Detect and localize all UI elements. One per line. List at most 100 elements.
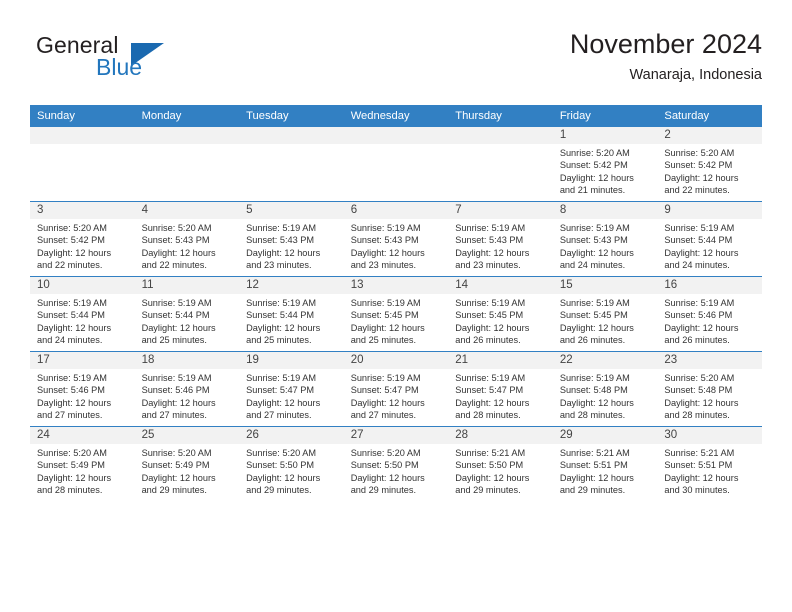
- day-cell[interactable]: 13 Sunrise: 5:19 AM Sunset: 5:45 PM Dayligh…: [343, 276, 449, 351]
- day-cell[interactable]: 20 Sunrise: 5:19 AM Sunset: 5:47 PM Dayligh…: [343, 351, 449, 426]
- sunrise-text: Sunrise: 5:19 AM: [455, 223, 526, 233]
- daylight-text-line1: Daylight: 12 hours: [455, 322, 530, 333]
- calendar-cell: 6 Sunrise: 5:19 AM Sunset: 5:43 PM Daylight…: [343, 201, 449, 276]
- day-cell[interactable]: 21 Sunrise: 5:19 AM Sunset: 5:47 PM Dayligh…: [448, 351, 553, 426]
- day-number: [30, 127, 135, 144]
- day-cell[interactable]: 18 Sunrise: 5:19 AM Sunset: 5:46 PM Dayligh…: [134, 351, 240, 426]
- daylight-text-line2: and 29 minutes.: [246, 485, 312, 496]
- daylight-text-line1: Daylight: 12 hours: [559, 472, 634, 483]
- day-details: Sunrise: 5:19 AM Sunset: 5:46 PM Daylight:…: [657, 294, 762, 347]
- daylight-text-line1: Daylight: 12 hours: [37, 247, 112, 258]
- day-number: 5: [239, 202, 344, 219]
- day-number: 1: [552, 127, 658, 144]
- day-cell[interactable]: 28 Sunrise: 5:21 AM Sunset: 5:50 PM Dayligh…: [448, 426, 553, 501]
- sunrise-text: Sunrise: 5:19 AM: [246, 373, 317, 383]
- day-details: Sunrise: 5:20 AM Sunset: 5:49 PM Daylight:…: [135, 444, 240, 497]
- sunset-text: Sunset: 5:48 PM: [664, 385, 733, 396]
- day-cell[interactable]: 16 Sunrise: 5:19 AM Sunset: 5:46 PM Dayligh…: [657, 276, 762, 351]
- day-cell[interactable]: 10 Sunrise: 5:19 AM Sunset: 5:44 PM Dayligh…: [30, 276, 135, 351]
- calendar-week-row: 17 Sunrise: 5:19 AM Sunset: 5:46 PM Dayligh…: [30, 351, 762, 426]
- sunset-text: Sunset: 5:42 PM: [559, 160, 628, 171]
- daylight-text-line1: Daylight: 12 hours: [664, 247, 739, 258]
- day-number: 13: [343, 277, 449, 294]
- day-details: Sunrise: 5:20 AM Sunset: 5:50 PM Daylight:…: [344, 444, 449, 497]
- day-cell[interactable]: 14 Sunrise: 5:19 AM Sunset: 5:45 PM Dayligh…: [448, 276, 553, 351]
- day-number: 23: [657, 352, 762, 369]
- day-number: 14: [448, 277, 553, 294]
- day-number: 27: [343, 427, 449, 444]
- daylight-text-line2: and 22 minutes.: [664, 185, 730, 196]
- calendar-cell: 18 Sunrise: 5:19 AM Sunset: 5:46 PM Dayligh…: [134, 351, 240, 426]
- day-number: [134, 127, 240, 144]
- day-cell[interactable]: 23 Sunrise: 5:20 AM Sunset: 5:48 PM Dayligh…: [657, 351, 762, 426]
- day-details: Sunrise: 5:19 AM Sunset: 5:46 PM Daylight:…: [30, 369, 135, 422]
- calendar-cell: 14 Sunrise: 5:19 AM Sunset: 5:45 PM Dayligh…: [448, 276, 553, 351]
- sunrise-text: Sunrise: 5:19 AM: [141, 373, 212, 383]
- day-cell[interactable]: 25 Sunrise: 5:20 AM Sunset: 5:49 PM Dayligh…: [134, 426, 240, 501]
- day-cell[interactable]: 24 Sunrise: 5:20 AM Sunset: 5:49 PM Dayligh…: [30, 426, 135, 501]
- sunrise-text: Sunrise: 5:19 AM: [559, 373, 630, 383]
- day-cell[interactable]: 26 Sunrise: 5:20 AM Sunset: 5:50 PM Dayligh…: [239, 426, 344, 501]
- day-cell[interactable]: 30 Sunrise: 5:21 AM Sunset: 5:51 PM Dayligh…: [657, 426, 762, 501]
- sunset-text: Sunset: 5:51 PM: [559, 460, 628, 471]
- calendar-cell: 11 Sunrise: 5:19 AM Sunset: 5:44 PM Dayligh…: [134, 276, 240, 351]
- day-cell[interactable]: 2 Sunrise: 5:20 AM Sunset: 5:42 PM Daylight…: [657, 126, 762, 201]
- day-details: Sunrise: 5:20 AM Sunset: 5:42 PM Daylight:…: [657, 144, 762, 197]
- day-number: 12: [239, 277, 344, 294]
- sunrise-text: Sunrise: 5:21 AM: [455, 448, 526, 458]
- daylight-text-line1: Daylight: 12 hours: [664, 172, 739, 183]
- day-cell[interactable]: 6 Sunrise: 5:19 AM Sunset: 5:43 PM Daylight…: [343, 201, 449, 276]
- day-cell[interactable]: 11 Sunrise: 5:19 AM Sunset: 5:44 PM Dayligh…: [134, 276, 240, 351]
- sunset-text: Sunset: 5:43 PM: [141, 235, 210, 246]
- sunset-text: Sunset: 5:45 PM: [350, 310, 419, 321]
- sunset-text: Sunset: 5:49 PM: [37, 460, 105, 471]
- sunrise-text: Sunrise: 5:20 AM: [37, 448, 107, 458]
- day-details: Sunrise: 5:19 AM Sunset: 5:43 PM Daylight:…: [553, 219, 658, 272]
- calendar-cell: 27 Sunrise: 5:20 AM Sunset: 5:50 PM Dayligh…: [343, 426, 449, 501]
- sunrise-text: Sunrise: 5:19 AM: [559, 298, 630, 308]
- day-number: 20: [343, 352, 449, 369]
- sunrise-text: Sunrise: 5:20 AM: [246, 448, 317, 458]
- day-details: Sunrise: 5:19 AM Sunset: 5:45 PM Daylight:…: [448, 294, 553, 347]
- daylight-text-line2: and 22 minutes.: [37, 260, 103, 271]
- daylight-text-line1: Daylight: 12 hours: [141, 397, 216, 408]
- day-cell[interactable]: 5 Sunrise: 5:19 AM Sunset: 5:43 PM Daylight…: [239, 201, 344, 276]
- day-cell[interactable]: 22 Sunrise: 5:19 AM Sunset: 5:48 PM Dayligh…: [552, 351, 658, 426]
- day-number: 24: [30, 427, 135, 444]
- day-cell-empty: [448, 126, 553, 201]
- day-cell[interactable]: 29 Sunrise: 5:21 AM Sunset: 5:51 PM Dayligh…: [552, 426, 658, 501]
- sunset-text: Sunset: 5:49 PM: [141, 460, 210, 471]
- sunrise-text: Sunrise: 5:21 AM: [559, 448, 630, 458]
- day-details: Sunrise: 5:19 AM Sunset: 5:43 PM Daylight:…: [448, 219, 553, 272]
- day-cell[interactable]: 4 Sunrise: 5:20 AM Sunset: 5:43 PM Daylight…: [134, 201, 240, 276]
- general-blue-logo[interactable]: General Blue: [36, 32, 236, 88]
- sunset-text: Sunset: 5:45 PM: [455, 310, 524, 321]
- day-cell[interactable]: 12 Sunrise: 5:19 AM Sunset: 5:44 PM Dayligh…: [239, 276, 344, 351]
- day-number: 7: [448, 202, 553, 219]
- calendar-cell: 28 Sunrise: 5:21 AM Sunset: 5:50 PM Dayligh…: [448, 426, 553, 501]
- day-cell[interactable]: 9 Sunrise: 5:19 AM Sunset: 5:44 PM Daylight…: [657, 201, 762, 276]
- sunset-text: Sunset: 5:50 PM: [246, 460, 315, 471]
- day-cell[interactable]: 7 Sunrise: 5:19 AM Sunset: 5:43 PM Daylight…: [448, 201, 553, 276]
- day-cell[interactable]: 8 Sunrise: 5:19 AM Sunset: 5:43 PM Daylight…: [552, 201, 658, 276]
- daylight-text-line1: Daylight: 12 hours: [350, 322, 425, 333]
- day-number: 2: [657, 127, 762, 144]
- sunset-text: Sunset: 5:45 PM: [559, 310, 628, 321]
- day-cell[interactable]: 3 Sunrise: 5:20 AM Sunset: 5:42 PM Daylight…: [30, 201, 135, 276]
- sunrise-text: Sunrise: 5:19 AM: [350, 223, 421, 233]
- daylight-text-line1: Daylight: 12 hours: [664, 322, 739, 333]
- sunrise-text: Sunrise: 5:19 AM: [141, 298, 212, 308]
- day-cell[interactable]: 19 Sunrise: 5:19 AM Sunset: 5:47 PM Dayligh…: [239, 351, 344, 426]
- day-cell[interactable]: 27 Sunrise: 5:20 AM Sunset: 5:50 PM Dayligh…: [343, 426, 449, 501]
- day-cell[interactable]: 1 Sunrise: 5:20 AM Sunset: 5:42 PM Daylight…: [552, 126, 658, 201]
- weekday-header-friday: Friday: [552, 105, 658, 126]
- day-details: Sunrise: 5:19 AM Sunset: 5:45 PM Daylight:…: [553, 294, 658, 347]
- daylight-text-line2: and 21 minutes.: [559, 185, 626, 196]
- day-number: 28: [448, 427, 553, 444]
- logo-text-blue: Blue: [96, 54, 143, 80]
- sunrise-text: Sunrise: 5:20 AM: [350, 448, 421, 458]
- daylight-text-line1: Daylight: 12 hours: [141, 247, 216, 258]
- calendar-cell: 22 Sunrise: 5:19 AM Sunset: 5:48 PM Dayligh…: [552, 351, 658, 426]
- day-cell[interactable]: 17 Sunrise: 5:19 AM Sunset: 5:46 PM Dayligh…: [30, 351, 135, 426]
- day-cell[interactable]: 15 Sunrise: 5:19 AM Sunset: 5:45 PM Dayligh…: [552, 276, 658, 351]
